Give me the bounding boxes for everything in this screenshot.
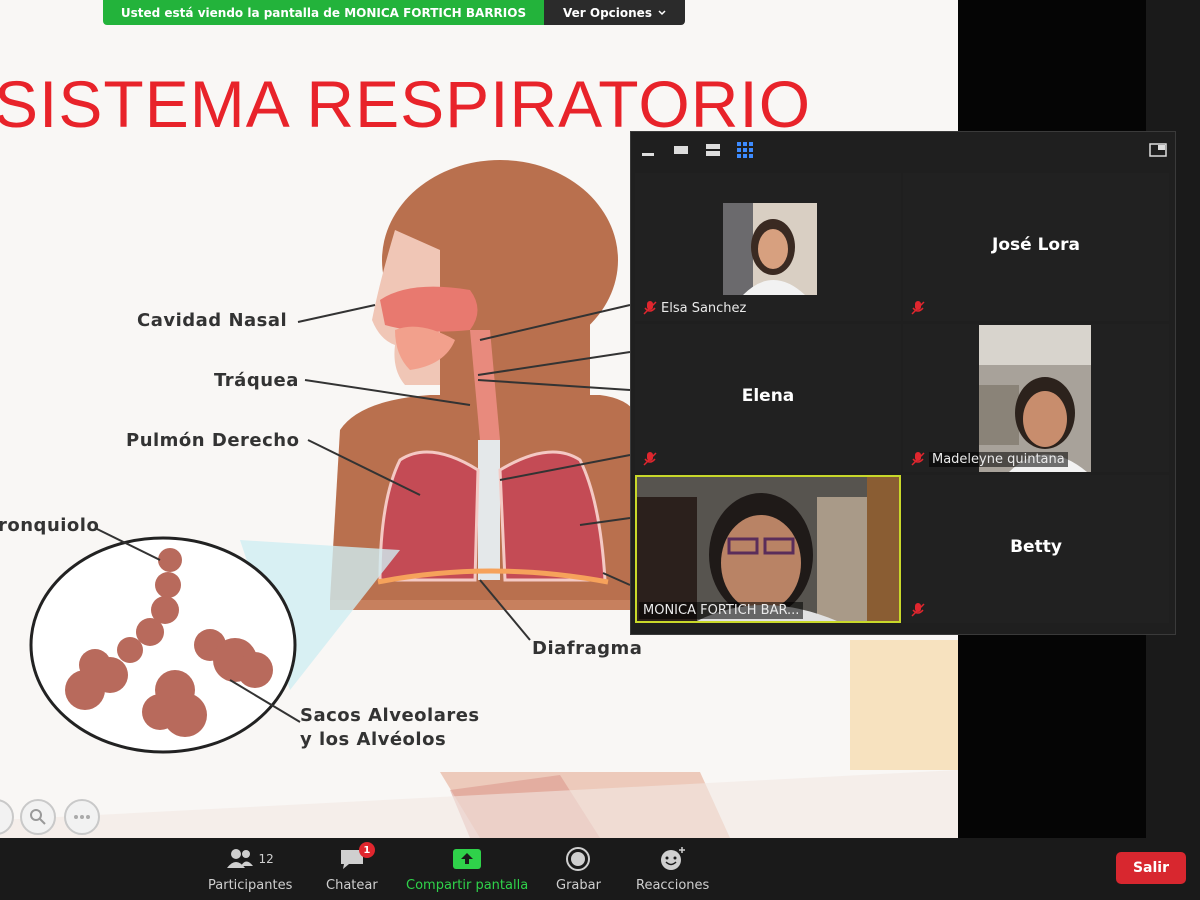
record-label: Grabar: [556, 878, 601, 893]
label-sacos-alveolares: Sacos Alveolares: [300, 705, 480, 726]
participant-name: MONICA FORTICH BAR...: [639, 602, 804, 619]
chat-button[interactable]: 1 Chatear: [326, 842, 378, 893]
participant-name: Elena: [741, 386, 795, 406]
zoom-in-button[interactable]: [20, 799, 56, 835]
mic-muted-icon: [911, 301, 925, 315]
participant-tile[interactable]: Elsa Sanchez: [635, 173, 901, 321]
more-zoom-options-button[interactable]: [64, 799, 100, 835]
picture-in-picture-icon: [1149, 143, 1167, 157]
participant-footer: Madeleyne quintana: [911, 451, 1068, 467]
strip-view-button[interactable]: [705, 142, 721, 158]
viewing-screen-message: Usted está viendo la pantalla de MONICA …: [103, 0, 544, 25]
minimize-video-button[interactable]: [641, 142, 655, 158]
participant-name: José Lora: [992, 235, 1080, 255]
minimize-icon: [642, 153, 654, 156]
mic-muted-icon: [643, 452, 657, 466]
video-gallery-panel[interactable]: Elsa Sanchez José Lora Elena Madeleyne q…: [630, 131, 1176, 635]
leave-meeting-button[interactable]: Salir: [1116, 852, 1186, 884]
participants-label: Participantes: [208, 878, 293, 893]
participant-tile[interactable]: Betty: [903, 475, 1169, 623]
label-alveolos: y los Alvéolos: [300, 729, 447, 750]
mic-muted-icon: [911, 452, 925, 466]
label-pulmon-derecho: Pulmón Derecho: [126, 430, 300, 451]
participant-footer: Elsa Sanchez: [643, 300, 746, 316]
share-screen-label: Compartir pantalla: [406, 878, 529, 893]
participant-tile[interactable]: José Lora: [903, 173, 1169, 321]
participants-button[interactable]: 12 Participantes: [208, 844, 292, 893]
participant-name: Elsa Sanchez: [661, 300, 747, 316]
exit-fullscreen-gallery-button[interactable]: [1149, 142, 1167, 158]
meeting-toolbar: 12 Participantes 1 Chatear Compartir pan…: [0, 838, 1200, 900]
speaker-view-button[interactable]: [673, 142, 689, 158]
screen-share-banner: Usted está viendo la pantalla de MONICA …: [103, 0, 685, 25]
strip-view-icon: [706, 144, 720, 156]
participant-tile[interactable]: Elena: [635, 324, 901, 472]
mic-muted-icon: [643, 301, 657, 315]
label-diafragma: Diafragma: [532, 638, 643, 659]
ellipsis-icon: [74, 815, 90, 819]
participant-footer: [643, 451, 657, 467]
participant-footer: MONICA FORTICH BAR...: [639, 602, 804, 619]
reactions-label: Reacciones: [636, 878, 710, 893]
participant-tile-active-speaker[interactable]: MONICA FORTICH BAR...: [635, 475, 901, 623]
view-options-label: Ver Opciones: [563, 5, 652, 20]
grid-icon: [737, 142, 753, 158]
record-icon: [566, 847, 591, 871]
share-screen-icon: [453, 849, 482, 869]
record-button[interactable]: Grabar: [556, 844, 601, 893]
mic-muted-icon: [911, 603, 925, 617]
participant-tile[interactable]: Madeleyne quintana: [903, 324, 1169, 472]
participants-icon: [226, 849, 253, 868]
participant-name: Betty: [1010, 537, 1062, 557]
chat-unread-badge: 1: [358, 842, 375, 858]
gallery-toolbar: [631, 132, 1175, 170]
participant-video: [637, 477, 899, 621]
single-view-icon: [674, 146, 688, 154]
participant-video: [979, 325, 1091, 472]
participant-footer: [911, 300, 925, 316]
share-screen-button[interactable]: Compartir pantalla: [406, 844, 528, 893]
label-cavidad-nasal: Cavidad Nasal: [137, 310, 288, 331]
reactions-button[interactable]: Reacciones: [636, 844, 709, 893]
participants-count: 12: [258, 852, 274, 866]
view-options-button[interactable]: Ver Opciones: [544, 0, 685, 25]
gallery-view-button[interactable]: [737, 142, 753, 158]
search-icon: [30, 809, 46, 825]
participant-video: [723, 203, 817, 295]
label-bronquiolo: ronquiolo: [0, 515, 100, 536]
emoji-add-icon: [660, 847, 685, 870]
label-traquea: Tráquea: [214, 370, 299, 391]
participant-footer: [911, 602, 925, 618]
participant-name: Madeleyne quintana: [929, 451, 1068, 467]
chat-label: Chatear: [326, 878, 378, 893]
chevron-down-icon: [658, 9, 666, 15]
